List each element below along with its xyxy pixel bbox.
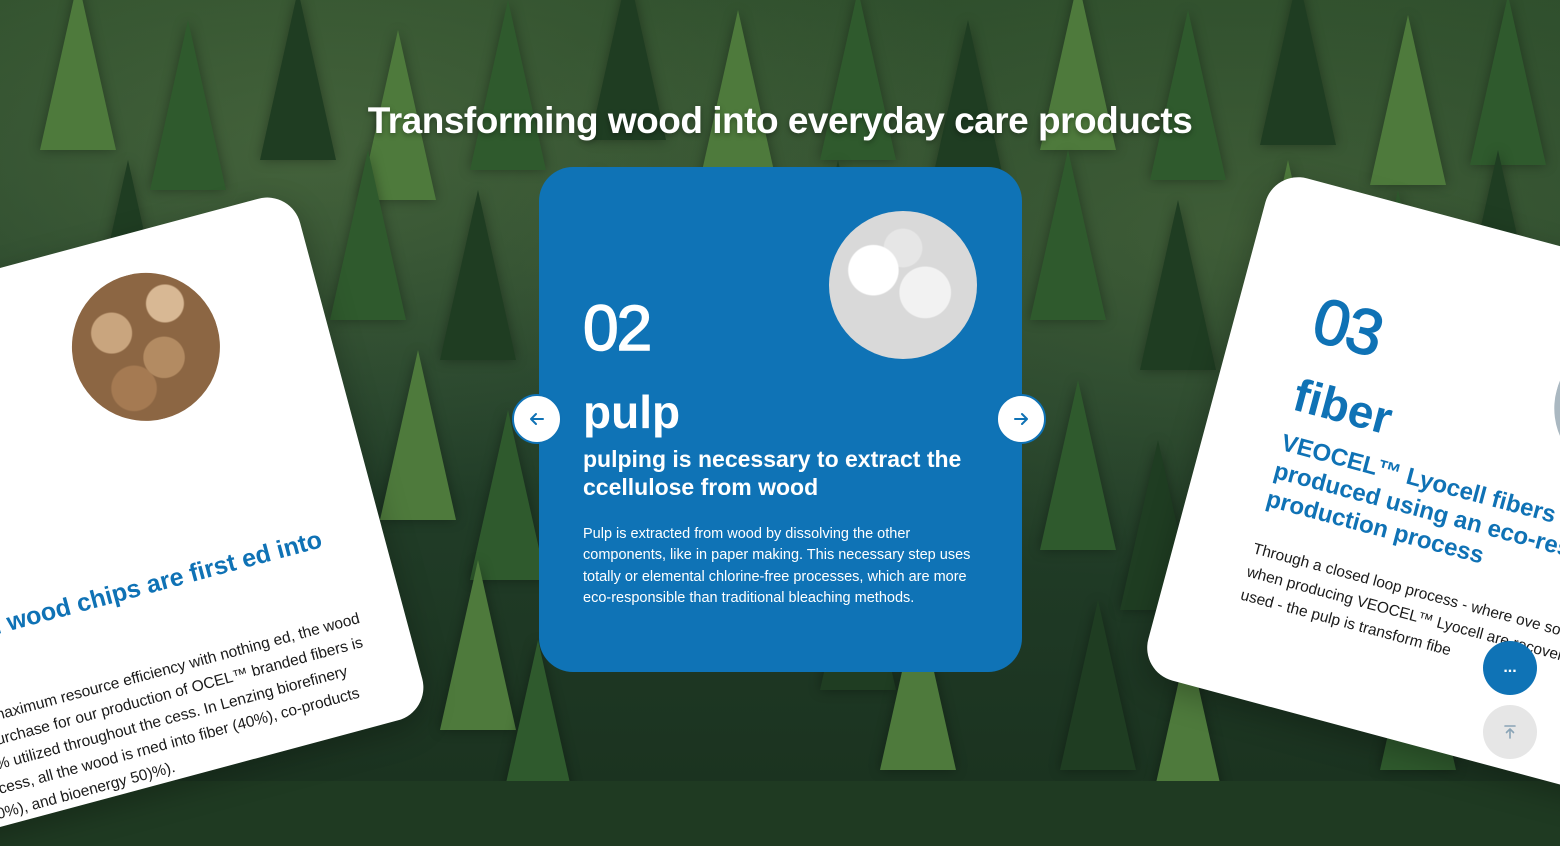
carousel-next-button[interactable] — [996, 394, 1046, 444]
tree-shape — [380, 350, 456, 520]
slide-subheading: pulping is necessary to extract the ccel… — [583, 446, 962, 500]
arrow-left-icon — [530, 413, 544, 425]
tree-shape — [330, 150, 406, 320]
tree-shape — [1060, 600, 1136, 770]
slide-card-pulp[interactable]: 02 pulp pulping is necessary to extract … — [539, 167, 1022, 672]
tree-shape — [470, 0, 546, 170]
slide-number: 02 — [582, 291, 653, 365]
tree-shape — [1040, 380, 1116, 550]
tree-shape — [1030, 150, 1106, 320]
arrow-right-icon — [1014, 413, 1028, 425]
carousel-prev-button[interactable] — [512, 394, 562, 444]
page-title: Transforming wood into everyday care pro… — [367, 100, 1193, 141]
slide-heading: pulp — [583, 386, 681, 438]
tree-shape — [1150, 10, 1226, 180]
more-options-button[interactable]: ... — [1483, 641, 1537, 695]
arrow-up-to-line-icon — [1504, 725, 1516, 739]
more-label: ... — [1503, 659, 1517, 676]
fiber-photo — [1538, 322, 1560, 495]
pulp-photo — [829, 211, 977, 359]
tree-shape — [1140, 200, 1216, 370]
slide-body: Pulp is extracted from wood by dissolvin… — [583, 526, 971, 607]
tree-shape — [440, 190, 516, 360]
tree-shape — [700, 10, 776, 180]
slide-number: 03 — [1305, 283, 1390, 371]
scroll-to-top-button[interactable] — [1483, 705, 1537, 759]
wood-chips-photo — [55, 256, 237, 438]
